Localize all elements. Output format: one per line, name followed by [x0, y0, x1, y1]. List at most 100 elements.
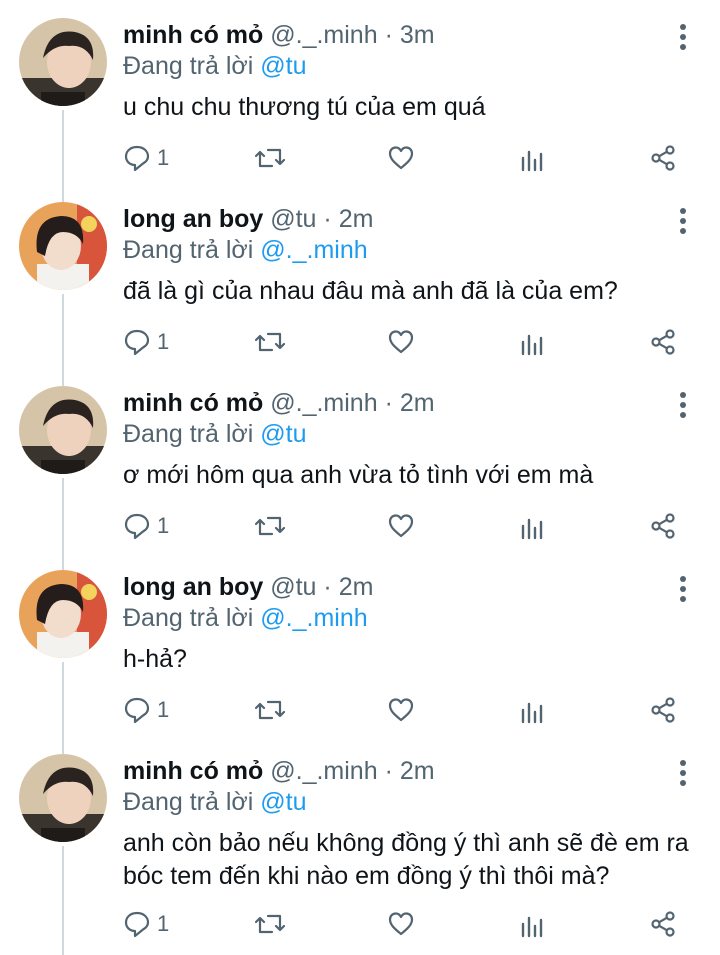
display-name[interactable]: long an boy: [123, 573, 263, 601]
reply-icon: [124, 329, 150, 356]
separator: ·: [323, 573, 332, 601]
tweet[interactable]: minh có mỏ @._.minh · 2m Đang trả lời @t…: [0, 386, 720, 561]
retweet-button[interactable]: [255, 695, 285, 725]
reply-icon: [124, 911, 150, 938]
like-button[interactable]: [387, 511, 415, 541]
handle[interactable]: @tu: [270, 205, 316, 233]
reply-count: 1: [157, 911, 170, 936]
reply-button[interactable]: 1: [123, 511, 169, 541]
tweet-text: ơ mới hôm qua anh vừa tỏ tình với em mà: [123, 461, 594, 489]
mention-link[interactable]: @._.minh: [260, 604, 367, 632]
mention-link[interactable]: @tu: [260, 52, 306, 80]
share-button[interactable]: [649, 909, 677, 939]
timestamp[interactable]: 2m: [339, 573, 374, 601]
tweet-header: minh có mỏ @._.minh · 3m: [123, 20, 435, 50]
reply-button[interactable]: 1: [123, 909, 169, 939]
replying-to: Đang trả lời @tu: [123, 51, 307, 81]
handle[interactable]: @._.minh: [270, 21, 377, 49]
analytics-button[interactable]: [519, 143, 545, 173]
reply-count: 1: [157, 513, 170, 538]
heart-icon: [388, 146, 414, 170]
share-icon: [651, 513, 675, 539]
handle[interactable]: @._.minh: [270, 757, 377, 785]
timestamp[interactable]: 2m: [400, 389, 435, 417]
reply-prefix: Đang trả lời: [123, 52, 254, 80]
display-name[interactable]: minh có mỏ: [123, 757, 263, 785]
replying-to: Đang trả lời @._.minh: [123, 235, 368, 265]
like-button[interactable]: [387, 695, 415, 725]
timestamp[interactable]: 2m: [339, 205, 374, 233]
analytics-button[interactable]: [519, 695, 545, 725]
retweet-icon: [255, 914, 285, 934]
timestamp[interactable]: 2m: [400, 757, 435, 785]
tweet[interactable]: long an boy @tu · 2m Đang trả lời @._.mi…: [0, 202, 720, 377]
retweet-icon: [255, 148, 285, 168]
reply-prefix: Đang trả lời: [123, 236, 254, 264]
more-vertical-icon[interactable]: [672, 574, 694, 604]
tweet-actions: 1: [123, 909, 693, 939]
tweet-header: long an boy @tu · 2m: [123, 572, 373, 602]
tweet[interactable]: minh có mỏ @._.minh · 2m Đang trả lời @t…: [0, 754, 720, 954]
more-vertical-icon[interactable]: [672, 758, 694, 788]
tweet-actions: 1: [123, 695, 693, 725]
avatar-image: [19, 202, 107, 290]
tweet-header: long an boy @tu · 2m: [123, 204, 373, 234]
tweet-actions: 1: [123, 143, 693, 173]
mention-link[interactable]: @._.minh: [260, 236, 367, 264]
like-button[interactable]: [387, 327, 415, 357]
analytics-button[interactable]: [519, 327, 545, 357]
avatar[interactable]: [19, 754, 107, 842]
tweet-actions: 1: [123, 327, 693, 357]
tweet[interactable]: long an boy @tu · 2m Đang trả lời @._.mi…: [0, 570, 720, 745]
like-button[interactable]: [387, 143, 415, 173]
avatar[interactable]: [19, 386, 107, 474]
more-vertical-icon[interactable]: [672, 390, 694, 420]
retweet-button[interactable]: [255, 143, 285, 173]
display-name[interactable]: long an boy: [123, 205, 263, 233]
analytics-icon: [521, 518, 543, 540]
tweet-header: minh có mỏ @._.minh · 2m: [123, 756, 435, 786]
tweet-text: u chu chu thương tú của em quá: [123, 93, 486, 121]
more-vertical-icon[interactable]: [672, 22, 694, 52]
mention-link[interactable]: @tu: [260, 788, 306, 816]
avatar[interactable]: [19, 18, 107, 106]
analytics-button[interactable]: [519, 511, 545, 541]
handle[interactable]: @._.minh: [270, 389, 377, 417]
reply-prefix: Đang trả lời: [123, 604, 254, 632]
share-button[interactable]: [649, 143, 677, 173]
share-button[interactable]: [649, 695, 677, 725]
tweet[interactable]: minh có mỏ @._.minh · 3m Đang trả lời @t…: [0, 18, 720, 193]
retweet-button[interactable]: [255, 327, 285, 357]
reply-button[interactable]: 1: [123, 695, 169, 725]
tweet-text: h-hả?: [123, 645, 187, 673]
avatar[interactable]: [19, 570, 107, 658]
handle[interactable]: @tu: [270, 573, 316, 601]
share-button[interactable]: [649, 327, 677, 357]
mention-link[interactable]: @tu: [260, 420, 306, 448]
avatar-image: [19, 386, 107, 474]
retweet-button[interactable]: [255, 909, 285, 939]
timestamp[interactable]: 3m: [400, 21, 435, 49]
share-button[interactable]: [649, 511, 677, 541]
retweet-icon: [255, 332, 285, 352]
reply-count: 1: [157, 145, 170, 170]
reply-button[interactable]: 1: [123, 143, 169, 173]
analytics-button[interactable]: [519, 909, 545, 939]
retweet-icon: [255, 516, 285, 536]
reply-count: 1: [157, 329, 170, 354]
share-icon: [651, 911, 675, 937]
display-name[interactable]: minh có mỏ: [123, 21, 263, 49]
reply-button[interactable]: 1: [123, 327, 169, 357]
reply-prefix: Đang trả lời: [123, 788, 254, 816]
tweet-text: đã là gì của nhau đâu mà anh đã là của e…: [123, 277, 618, 305]
more-vertical-icon[interactable]: [672, 206, 694, 236]
share-icon: [651, 329, 675, 355]
tweet-header: minh có mỏ @._.minh · 2m: [123, 388, 435, 418]
display-name[interactable]: minh có mỏ: [123, 389, 263, 417]
share-icon: [651, 697, 675, 723]
retweet-button[interactable]: [255, 511, 285, 541]
avatar[interactable]: [19, 202, 107, 290]
like-button[interactable]: [387, 909, 415, 939]
avatar-image: [19, 570, 107, 658]
reply-count: 1: [157, 697, 170, 722]
